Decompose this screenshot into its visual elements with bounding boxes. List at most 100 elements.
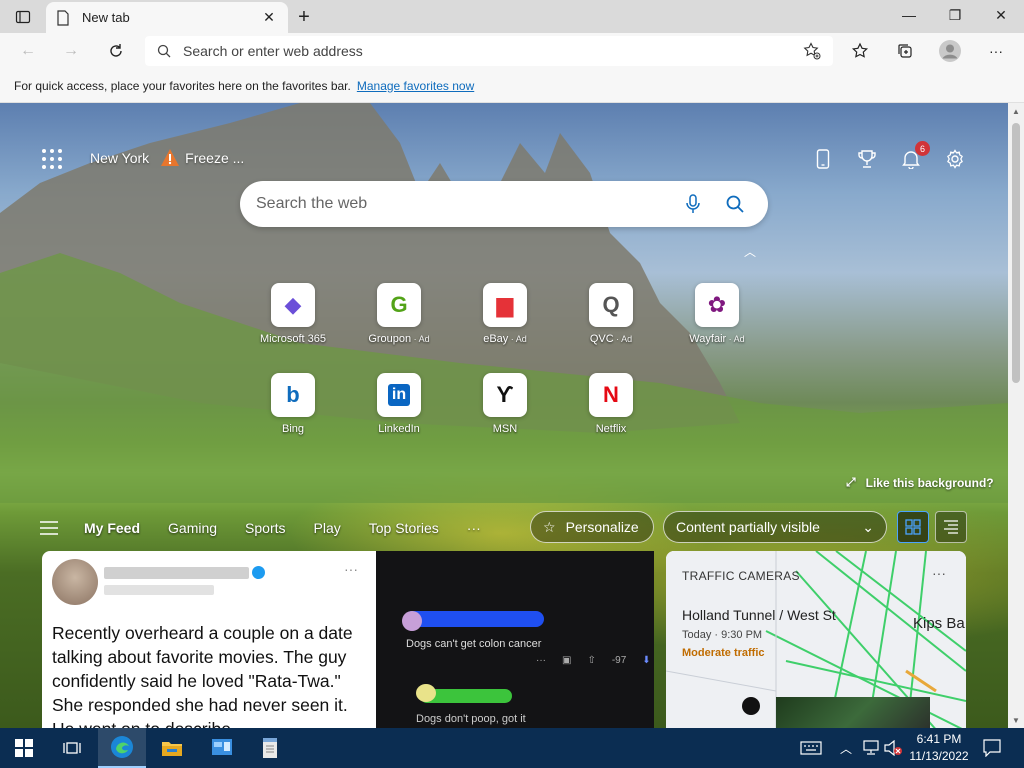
system-clock[interactable]: 6:41 PM 11/13/2022	[904, 731, 974, 765]
more-dots-icon[interactable]: ···	[536, 655, 546, 666]
card-more-options-icon[interactable]: ···	[932, 565, 946, 581]
grid-view-button[interactable]	[897, 511, 929, 543]
taskbar-control-panel[interactable]	[198, 728, 246, 768]
app-launcher-grid-icon	[42, 149, 62, 169]
keyboard-icon	[800, 741, 822, 755]
like-background-button[interactable]: ⤢ Like this background?	[846, 475, 994, 490]
window-controls: — ❐ ✕	[886, 0, 1024, 33]
scrollbar-thumb[interactable]	[1012, 123, 1020, 383]
commenter-avatar-2	[416, 684, 436, 702]
new-tab-button[interactable]: +	[290, 4, 318, 30]
microphone-icon	[686, 194, 700, 213]
browser-window: New tab ✕ + — ❐ ✕ ← → Search or enter we…	[0, 0, 1024, 768]
tab-new-tab[interactable]: New tab ✕	[46, 2, 288, 33]
app-launcher-button[interactable]	[40, 147, 64, 171]
camera-thumbnail[interactable]	[776, 697, 930, 728]
quick-link-groupon[interactable]: G Groupon · Ad	[351, 283, 447, 345]
tab-my-feed[interactable]: My Feed	[84, 520, 140, 536]
quick-link-netflix[interactable]: N Netflix	[563, 373, 659, 435]
map-pin-icon[interactable]	[742, 697, 760, 715]
save-icon[interactable]: ▣	[562, 655, 571, 666]
profile-avatar-icon	[939, 40, 961, 62]
collapse-quick-links-icon[interactable]: ︿	[742, 245, 758, 259]
feed-card-comments[interactable]: Dogs can't get colon cancer ··· ▣ ⇧ -97 …	[376, 551, 654, 728]
notifications-button[interactable]: 6	[898, 141, 930, 171]
taskbar-file-explorer[interactable]	[148, 728, 196, 768]
bing-icon: b	[271, 373, 315, 417]
start-button[interactable]	[0, 728, 48, 768]
verified-badge-icon	[252, 566, 265, 579]
quick-link-wayfair[interactable]: ✿ Wayfair · Ad	[669, 283, 765, 345]
grid-view-icon	[905, 519, 921, 535]
rewards-button[interactable]	[854, 147, 880, 171]
quick-link-msn[interactable]: ϒ MSN	[457, 373, 553, 435]
tab-play[interactable]: Play	[314, 520, 341, 536]
ad-label: · Ad	[613, 334, 633, 344]
content-visibility-dropdown[interactable]: Content partially visible ⌄	[663, 511, 887, 543]
close-window-button[interactable]: ✕	[978, 0, 1024, 30]
quick-link-label: QVC · Ad	[589, 333, 633, 345]
back-button[interactable]: ←	[12, 37, 44, 65]
more-tabs-button[interactable]: ···	[467, 520, 481, 536]
search-icon	[726, 195, 744, 213]
task-view-button[interactable]	[48, 728, 96, 768]
weather-widget[interactable]: New York Freeze ...	[90, 147, 244, 169]
address-placeholder: Search or enter web address	[183, 43, 363, 59]
settings-and-more-button[interactable]: ···	[981, 37, 1011, 65]
scroll-down-arrow-icon[interactable]: ▼	[1008, 712, 1024, 728]
scroll-up-arrow-icon[interactable]: ▲	[1008, 103, 1024, 119]
netflix-icon: N	[589, 373, 633, 417]
taskbar-edge[interactable]	[98, 728, 146, 768]
quick-link-label: MSN	[492, 423, 518, 435]
upvote-icon[interactable]: ⇧	[587, 655, 595, 666]
favorites-star-icon	[851, 42, 869, 58]
page-scrollbar[interactable]: ▲ ▼	[1008, 103, 1024, 728]
forward-button[interactable]: →	[55, 37, 87, 65]
tab-gaming[interactable]: Gaming	[168, 520, 217, 536]
hamburger-menu-icon[interactable]	[40, 521, 60, 535]
ad-label: · Ad	[411, 334, 430, 344]
downvote-icon[interactable]: ⬇	[642, 655, 650, 666]
action-keyboard-button[interactable]	[796, 728, 826, 768]
comment-text-1: Dogs can't get colon cancer	[406, 638, 542, 650]
tab-sports[interactable]: Sports	[245, 520, 285, 536]
quick-link-linkedin[interactable]: in LinkedIn	[351, 373, 447, 435]
page-settings-button[interactable]	[942, 147, 968, 171]
web-search-box[interactable]: Search the web	[240, 181, 768, 227]
network-button[interactable]	[860, 728, 882, 768]
plus-icon: +	[298, 5, 310, 28]
tab-top-stories[interactable]: Top Stories	[369, 520, 439, 536]
profile-button[interactable]	[935, 37, 965, 65]
collections-button[interactable]	[890, 37, 920, 65]
minimize-button[interactable]: —	[886, 0, 932, 30]
favorites-button[interactable]	[845, 37, 875, 65]
address-bar[interactable]: Search or enter web address	[145, 36, 833, 66]
manage-favorites-link[interactable]: Manage favorites now	[357, 79, 474, 93]
blurred-handle	[104, 585, 214, 595]
close-tab-icon[interactable]: ✕	[260, 9, 278, 27]
volume-button[interactable]	[882, 728, 904, 768]
action-center-button[interactable]	[978, 728, 1006, 768]
control-panel-icon	[212, 739, 232, 755]
chevron-down-icon: ⌄	[862, 518, 874, 535]
personalize-button[interactable]: ☆ Personalize	[530, 511, 654, 543]
taskbar-notepad[interactable]	[246, 728, 294, 768]
web-search-placeholder: Search the web	[256, 195, 368, 212]
traffic-cameras-card[interactable]: TRAFFIC CAMERAS ··· Holland Tunnel / Wes…	[666, 551, 966, 728]
refresh-button[interactable]	[100, 37, 132, 65]
quick-link-qvc[interactable]: Q QVC · Ad	[563, 283, 659, 345]
voice-search-button[interactable]	[676, 187, 710, 221]
add-favorite-icon[interactable]	[803, 42, 821, 60]
restore-button[interactable]: ❐	[932, 0, 978, 30]
tab-actions-button[interactable]	[0, 0, 46, 33]
list-view-button[interactable]	[935, 511, 967, 543]
feed-card-social-post[interactable]: ··· Recently overheard a couple on a dat…	[42, 551, 376, 728]
card-more-options-icon[interactable]: ···	[344, 561, 358, 577]
quick-link-ebay[interactable]: ▆ eBay · Ad	[457, 283, 553, 345]
mobile-app-button[interactable]	[810, 147, 836, 171]
search-submit-button[interactable]	[718, 187, 752, 221]
quick-link-microsoft-365[interactable]: ◆ Microsoft 365	[245, 283, 341, 345]
post-text: Recently overheard a couple on a date ta…	[52, 623, 353, 728]
quick-link-bing[interactable]: b Bing	[245, 373, 341, 435]
show-hidden-icons-button[interactable]: ︿	[836, 728, 856, 768]
